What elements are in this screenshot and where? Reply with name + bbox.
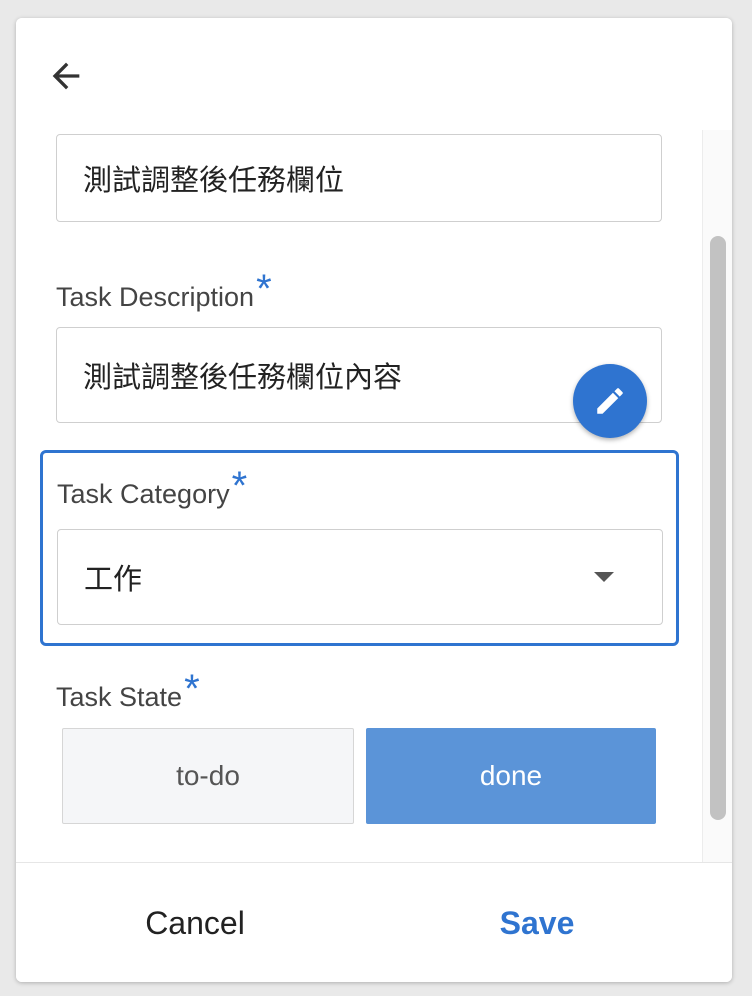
task-edit-dialog: 測試調整後任務欄位 Task Description * 測試調整後任務欄位內容… bbox=[16, 18, 732, 982]
task-category-group: Task Category * 工作 bbox=[40, 450, 679, 646]
task-title-field[interactable]: 測試調整後任務欄位 bbox=[56, 134, 662, 222]
dialog-body: 測試調整後任務欄位 Task Description * 測試調整後任務欄位內容… bbox=[16, 130, 732, 862]
task-description-value: 測試調整後任務欄位內容 bbox=[83, 360, 403, 394]
dialog-header bbox=[16, 18, 732, 130]
scrollbar-track[interactable] bbox=[702, 130, 732, 862]
arrow-left-icon bbox=[52, 62, 80, 90]
required-asterisk: * bbox=[256, 267, 272, 311]
task-category-select[interactable]: 工作 bbox=[57, 529, 663, 625]
task-state-label: Task State * bbox=[56, 667, 200, 712]
task-description-label: Task Description * bbox=[56, 267, 272, 312]
task-description-field[interactable]: 測試調整後任務欄位內容 bbox=[56, 327, 662, 423]
scrollbar-thumb[interactable] bbox=[710, 236, 726, 820]
back-button[interactable] bbox=[42, 52, 90, 100]
task-title-value: 測試調整後任務欄位 bbox=[83, 163, 345, 197]
pencil-icon bbox=[597, 388, 623, 414]
task-category-selected-value: 工作 bbox=[84, 562, 143, 596]
edit-description-button[interactable] bbox=[573, 364, 647, 438]
required-asterisk: * bbox=[184, 667, 200, 711]
task-category-label: Task Category * bbox=[57, 464, 248, 509]
state-option-todo[interactable]: to-do bbox=[62, 728, 354, 824]
required-asterisk: * bbox=[231, 464, 248, 508]
save-button[interactable]: Save bbox=[418, 891, 656, 955]
cancel-button[interactable]: Cancel bbox=[76, 891, 314, 955]
state-option-done[interactable]: done bbox=[366, 728, 656, 824]
dialog-footer: Cancel Save bbox=[16, 862, 732, 982]
caret-down-icon bbox=[594, 572, 614, 582]
